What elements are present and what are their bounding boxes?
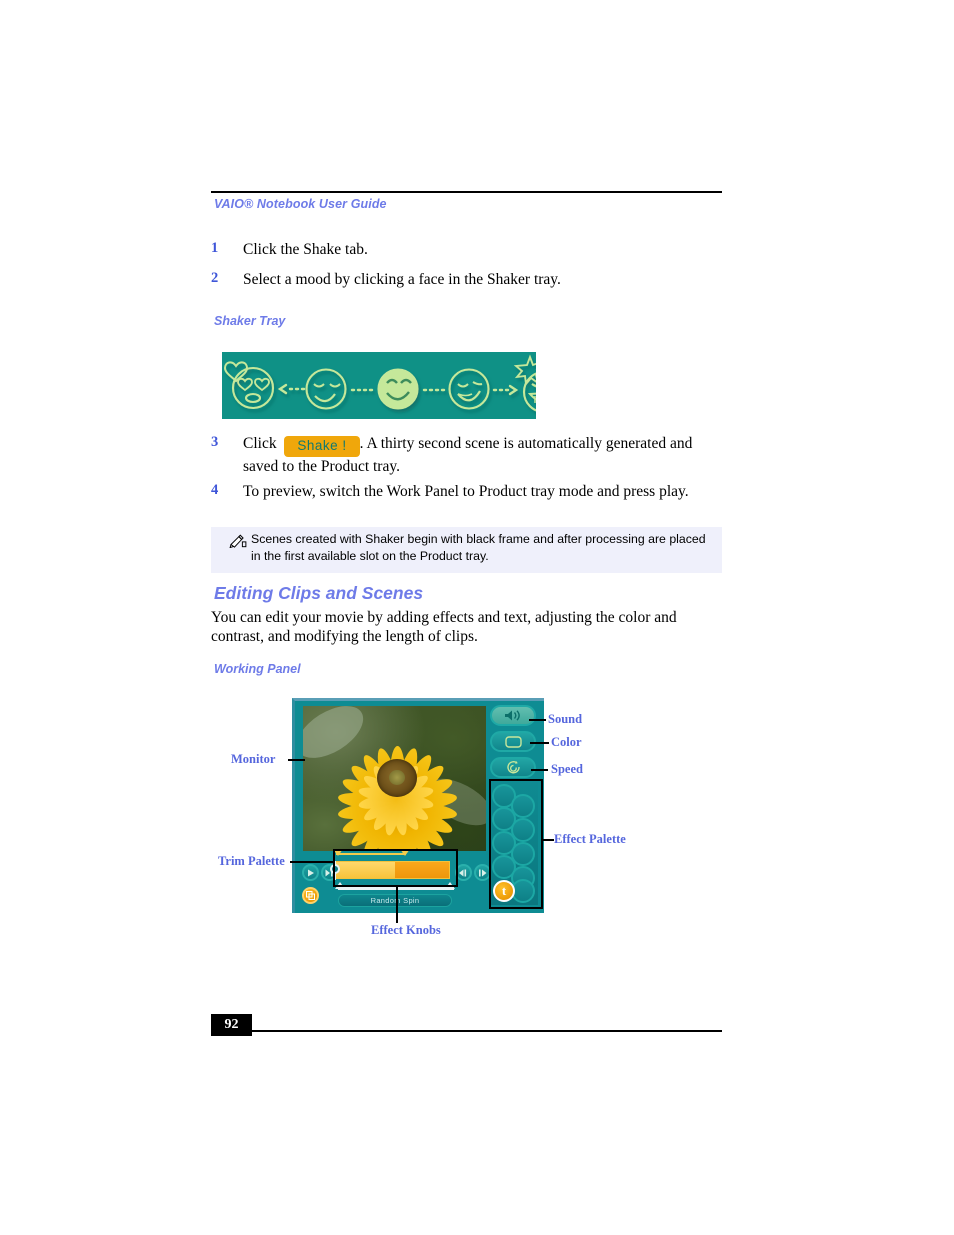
sunflower-graphic [303, 706, 486, 851]
sound-callout-line [529, 719, 546, 721]
speed-button[interactable] [490, 757, 536, 778]
step-item-4: 4 To preview, switch the Work Panel to P… [211, 482, 722, 501]
spiral-icon [506, 761, 520, 774]
rewind-icon [459, 869, 467, 876]
shaker-tray-faces [223, 354, 536, 412]
step-text: Click the Shake tab. [243, 241, 368, 258]
effect-name-display: Random Spin [338, 894, 452, 907]
step-number: 4 [211, 482, 219, 498]
section-title: Editing Clips and Scenes [214, 583, 424, 603]
step3-before-text: Click [243, 435, 277, 452]
speed-callout-line [531, 769, 548, 771]
color-callout-line [530, 742, 549, 744]
step-text: To preview, switch the Work Panel to Pro… [243, 483, 689, 500]
monitor-callout-line [288, 759, 305, 761]
face-happy-icon [377, 368, 419, 410]
color-label: Color [551, 735, 582, 749]
step-item-1: 1 Click the Shake tab. [211, 240, 722, 259]
step-number: 2 [211, 270, 219, 286]
page-header-title: VAIO® Notebook User Guide [214, 197, 387, 211]
face-in-love-icon [223, 361, 275, 410]
face-content-icon [305, 368, 347, 410]
shaker-tray-figure [222, 352, 536, 419]
effect-knobs-label: Effect Knobs [371, 923, 441, 937]
step-text: Select a mood by clicking a face in the … [243, 271, 561, 288]
screen-icon [504, 735, 522, 748]
effect-palette-highlight-box [489, 779, 543, 909]
speaker-icon [505, 710, 520, 721]
speed-label: Speed [551, 762, 583, 776]
shake-button[interactable]: Shake ! [284, 436, 360, 457]
section-paragraph: You can edit your movie by adding effect… [211, 609, 677, 645]
face-excited-icon [513, 354, 536, 412]
note-text: Scenes created with Shaker begin with bl… [251, 532, 706, 563]
step-item-2: 2 Select a mood by clicking a face in th… [211, 270, 722, 289]
step-number: 1 [211, 240, 219, 256]
page-number-badge: 92 [211, 1014, 252, 1036]
sound-label: Sound [548, 712, 583, 726]
trim-palette-callout-line [290, 861, 335, 863]
arrow-right-dotted-icon [492, 384, 519, 396]
copy-icon [306, 891, 315, 900]
duplicate-clip-button[interactable] [302, 887, 319, 904]
effect-palette-callout-line [543, 839, 554, 841]
fast-forward-icon [479, 869, 487, 876]
effect-knobs-callout-line [396, 887, 398, 923]
pencil-note-icon [229, 534, 247, 548]
shaker-tray-caption: Shaker Tray [214, 314, 286, 328]
note-callout: Scenes created with Shaker begin with bl… [211, 527, 722, 573]
monitor-preview[interactable] [303, 706, 486, 851]
step-number: 3 [211, 434, 219, 450]
footer-rule [252, 1030, 722, 1032]
effect-palette-label: Effect Palette [554, 832, 626, 846]
working-panel-caption: Working Panel [214, 662, 301, 676]
face-playful-icon [448, 368, 490, 410]
step-item-3: 3 Click Shake !. A thirty second scene i… [211, 434, 722, 476]
flower-center [377, 759, 417, 797]
document-page: VAIO® Notebook User Guide 1 Click the Sh… [0, 0, 954, 1235]
arrow-left-dotted-icon [277, 383, 306, 395]
step-text: Click Shake !. A thirty second scene is … [243, 434, 722, 476]
trim-palette-highlight-box [333, 849, 458, 887]
header-rule [211, 191, 722, 193]
play-button[interactable] [302, 864, 319, 881]
sound-button[interactable] [490, 705, 536, 726]
monitor-label: Monitor [231, 752, 276, 766]
play-icon [307, 869, 314, 876]
trim-palette-label: Trim Palette [218, 854, 285, 868]
